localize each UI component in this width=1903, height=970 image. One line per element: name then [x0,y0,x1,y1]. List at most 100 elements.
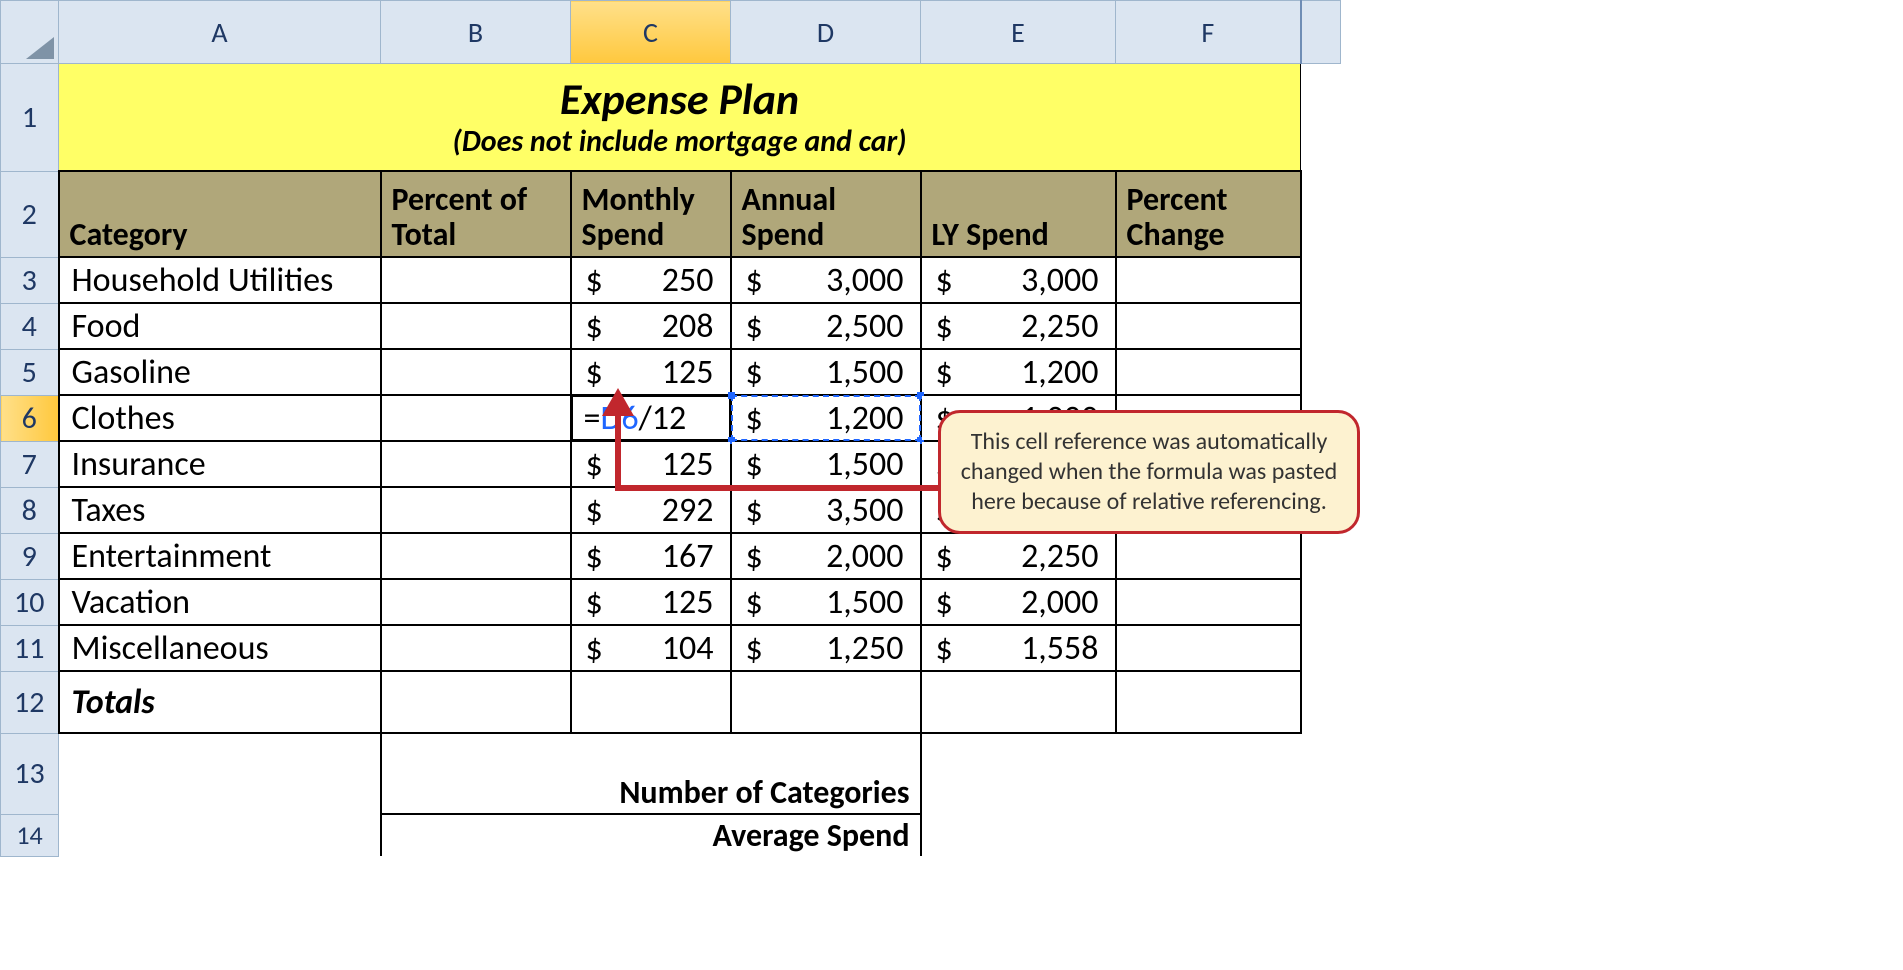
row-14: 14 Average Spend [1,814,1341,856]
row-5: 5Gasoline $125$1,500$1,200 [1,349,1341,395]
cell-A10[interactable]: Vacation [59,579,381,625]
cell-D11[interactable]: $1,250 [731,625,921,671]
cell-A11[interactable]: Miscellaneous [59,625,381,671]
hdr-annual-spend[interactable]: Annual Spend [731,171,921,257]
cell-A13[interactable] [59,733,381,814]
totals-label[interactable]: Totals [59,671,381,733]
row-header-7[interactable]: 7 [1,441,59,487]
cell-A14[interactable] [59,814,381,856]
cell-E3[interactable]: $3,000 [921,257,1116,303]
cell-A5[interactable]: Gasoline [59,349,381,395]
col-header-E[interactable]: E [921,1,1116,64]
cell-F12[interactable] [1116,671,1301,733]
cell-B4[interactable] [381,303,571,349]
hdr-monthly-spend[interactable]: Monthly Spend [571,171,731,257]
cell-E5[interactable]: $1,200 [921,349,1116,395]
cell-E13[interactable] [921,733,1116,814]
cell-F3[interactable] [1116,257,1301,303]
cell-C11[interactable]: $104 [571,625,731,671]
row-4: 4Food $208$2,500$2,250 [1,303,1341,349]
cell-C3[interactable]: $250 [571,257,731,303]
cell-A7[interactable]: Insurance [59,441,381,487]
row-header-3[interactable]: 3 [1,257,59,303]
cell-D6[interactable]: $1,200 [731,395,921,441]
row-header-4[interactable]: 4 [1,303,59,349]
cell-F10[interactable] [1116,579,1301,625]
row-2: 2 Category Percent of Total Monthly Spen… [1,171,1341,257]
hdr-ly-spend[interactable]: LY Spend [921,171,1116,257]
col-header-A[interactable]: A [59,1,381,64]
cell-C8[interactable]: $292 [571,487,731,533]
row-header-11[interactable]: 11 [1,625,59,671]
cell-C6[interactable]: =D6/12 [571,395,731,441]
row-11: 11Miscellaneous $104$1,250$1,558 [1,625,1341,671]
cell-C12[interactable] [571,671,731,733]
hdr-percent-total[interactable]: Percent of Total [381,171,571,257]
col-header-C[interactable]: C [571,1,731,64]
cell-D5[interactable]: $1,500 [731,349,921,395]
select-all-corner[interactable] [1,1,59,64]
row-header-10[interactable]: 10 [1,579,59,625]
cell-D4[interactable]: $2,500 [731,303,921,349]
row-header-9[interactable]: 9 [1,533,59,579]
cell-F4[interactable] [1116,303,1301,349]
cell-D7[interactable]: $1,500 [731,441,921,487]
cell-D12[interactable] [731,671,921,733]
cell-C7[interactable]: $125 [571,441,731,487]
num-categories-label[interactable]: Number of Categories [381,733,921,814]
cell-C5[interactable]: $125 [571,349,731,395]
cell-B8[interactable] [381,487,571,533]
cell-B9[interactable] [381,533,571,579]
cell-C4[interactable]: $208 [571,303,731,349]
cell-D9[interactable]: $2,000 [731,533,921,579]
cell-C10[interactable]: $125 [571,579,731,625]
row-12: 12 Totals [1,671,1341,733]
cell-B10[interactable] [381,579,571,625]
cell-F9[interactable] [1116,533,1301,579]
row-header-1[interactable]: 1 [1,64,59,172]
cell-B7[interactable] [381,441,571,487]
row-header-6[interactable]: 6 [1,395,59,441]
cell-B6[interactable] [381,395,571,441]
cell-D8[interactable]: $3,500 [731,487,921,533]
cell-E9[interactable]: $2,250 [921,533,1116,579]
row-header-5[interactable]: 5 [1,349,59,395]
cell-B12[interactable] [381,671,571,733]
cell-F13[interactable] [1116,733,1301,814]
row-10: 10Vacation $125$1,500$2,000 [1,579,1341,625]
cell-E10[interactable]: $2,000 [921,579,1116,625]
row-header-14[interactable]: 14 [1,814,59,856]
row-header-13[interactable]: 13 [1,733,59,814]
spreadsheet: A B C D E F 1 Expense Plan (Does not inc… [0,0,1903,857]
avg-spend-label[interactable]: Average Spend [381,814,921,856]
col-header-G[interactable] [1301,1,1341,64]
row-9: 9Entertainment $167$2,000$2,250 [1,533,1341,579]
cell-B3[interactable] [381,257,571,303]
cell-D3[interactable]: $3,000 [731,257,921,303]
cell-F11[interactable] [1116,625,1301,671]
col-header-D[interactable]: D [731,1,921,64]
cell-A4[interactable]: Food [59,303,381,349]
row-header-12[interactable]: 12 [1,671,59,733]
row-header-2[interactable]: 2 [1,171,59,257]
cell-A3[interactable]: Household Utilities [59,257,381,303]
title-cell[interactable]: Expense Plan (Does not include mortgage … [59,64,1301,172]
hdr-percent-change[interactable]: Percent Change [1116,171,1301,257]
cell-E12[interactable] [921,671,1116,733]
col-header-B[interactable]: B [381,1,571,64]
row-3: 3Household Utilities$250$3,000$3,000 [1,257,1341,303]
cell-E4[interactable]: $2,250 [921,303,1116,349]
cell-A6[interactable]: Clothes [59,395,381,441]
cell-D10[interactable]: $1,500 [731,579,921,625]
cell-A9[interactable]: Entertainment [59,533,381,579]
cell-C9[interactable]: $167 [571,533,731,579]
callout-text: This cell reference was automatically ch… [961,427,1338,516]
cell-A8[interactable]: Taxes [59,487,381,533]
hdr-category[interactable]: Category [59,171,381,257]
cell-B5[interactable] [381,349,571,395]
cell-F5[interactable] [1116,349,1301,395]
row-header-8[interactable]: 8 [1,487,59,533]
cell-E11[interactable]: $1,558 [921,625,1116,671]
col-header-F[interactable]: F [1116,1,1301,64]
cell-B11[interactable] [381,625,571,671]
